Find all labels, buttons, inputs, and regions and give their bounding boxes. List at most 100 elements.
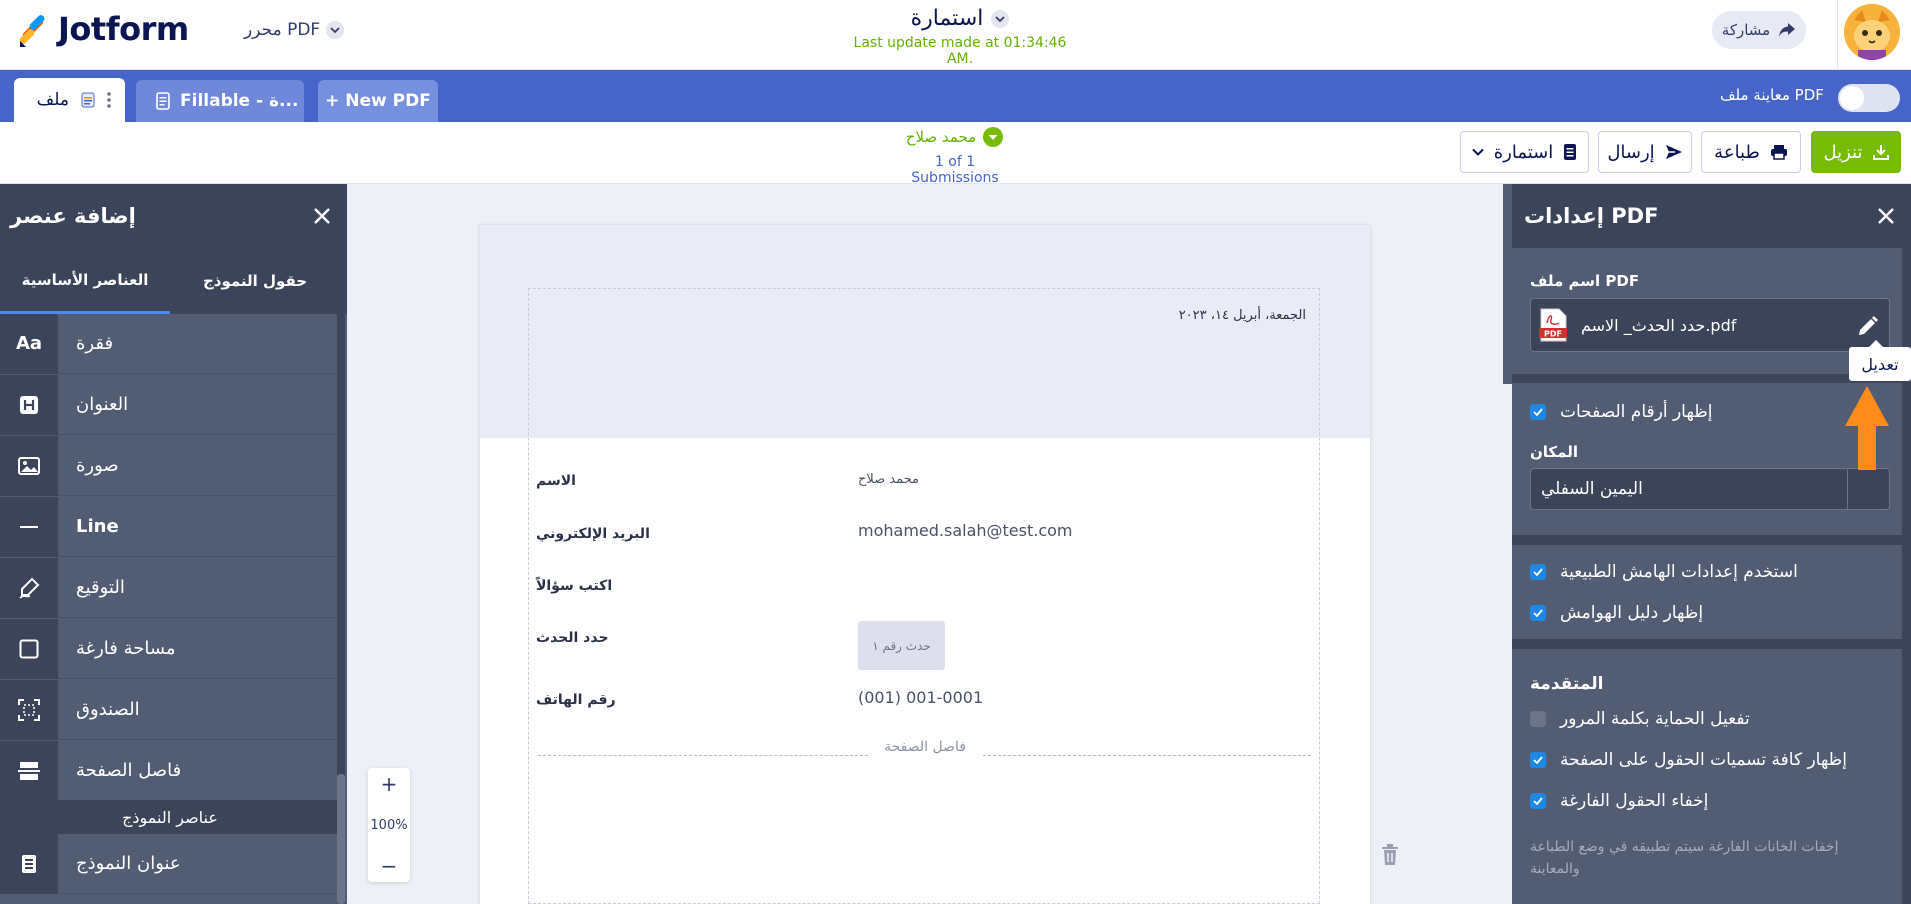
element-line[interactable]: Line: [0, 496, 340, 557]
option-label: إخفاء الحقول الفارغة: [1560, 791, 1709, 811]
hide-empty-fields-option[interactable]: إخفاء الحقول الفارغة: [1530, 791, 1708, 811]
editor-switch[interactable]: محرر PDF: [244, 17, 345, 43]
checkbox-checked[interactable]: [1530, 605, 1546, 621]
panel-title: إعدادات PDF: [1524, 204, 1659, 228]
element-signature[interactable]: التوقيع: [0, 557, 340, 618]
element-heading[interactable]: العنوان: [0, 374, 340, 435]
element-page-break[interactable]: فاصل الصفحة: [0, 740, 340, 801]
pdf-file-icon: PDF: [1539, 308, 1567, 342]
margin-guide-option[interactable]: إظهار دليل الهوامش: [1530, 603, 1703, 623]
document-date[interactable]: الجمعة، أبريل ١٤، ٢٠٢٣: [1060, 308, 1306, 323]
option-label: استخدم إعدادات الهامش الطبيعية: [1560, 562, 1798, 582]
margins-section: [1512, 545, 1902, 639]
zoom-out-button[interactable]: −: [381, 856, 398, 876]
download-button[interactable]: تنزيل: [1811, 131, 1901, 173]
submission-navigator[interactable]: محمد صلاح 1 of 1 Submissions: [890, 126, 1020, 186]
element-spacer[interactable]: مساحة فارغة: [0, 618, 340, 679]
show-page-numbers-option[interactable]: إظهار أرقام الصفحات: [1530, 402, 1712, 422]
option-label: إظهار كافة تسميات الحقول على الصفحة: [1560, 750, 1847, 770]
field-value-name: محمد صلاح: [858, 472, 920, 487]
left-panel-scrollbar[interactable]: [337, 314, 345, 904]
file-label: ملف: [36, 90, 69, 110]
position-select[interactable]: اليمين السفلي: [1530, 468, 1890, 510]
share-button[interactable]: مشاركة: [1712, 11, 1806, 49]
position-value: اليمين السفلي: [1541, 479, 1643, 499]
element-label: فقرة: [76, 333, 114, 354]
fillable-label: Fillable - ة...: [180, 91, 299, 111]
checkbox-checked[interactable]: [1530, 404, 1546, 420]
chevron-down-icon: [1847, 469, 1889, 509]
last-update-status: Last update made at 01:34:46 AM.: [853, 35, 1067, 67]
canvas-scrollbar[interactable]: [1503, 184, 1512, 384]
new-pdf-button[interactable]: + New PDF: [318, 80, 438, 122]
panel-title: إضافة عنصر: [10, 204, 136, 228]
submission-dropdown-icon[interactable]: [982, 126, 1004, 148]
chevron-down-icon: [1472, 148, 1484, 156]
checkbox-checked[interactable]: [1530, 564, 1546, 580]
add-element-header: إضافة عنصر: [0, 184, 347, 248]
send-icon: [1665, 144, 1683, 160]
hide-empty-note: إخفات الخانات الفارغة سيتم تطبيقه في وضع…: [1530, 839, 1839, 877]
pdf-file-name: حدد الحدث_ الاسم.pdf: [1581, 315, 1737, 335]
element-paragraph[interactable]: Aa فقرة: [0, 313, 340, 374]
tab-basic-elements[interactable]: العناصر الأساسية: [0, 248, 170, 314]
checkbox-checked[interactable]: [1530, 752, 1546, 768]
show-all-labels-option[interactable]: إظهار كافة تسميات الحقول على الصفحة: [1530, 750, 1847, 770]
element-form-title[interactable]: عنوان النموذج: [0, 833, 340, 894]
box-icon: [0, 679, 58, 740]
element-label: Line: [76, 516, 119, 537]
form-title: استمارة: [910, 6, 984, 31]
element-box[interactable]: الصندوق: [0, 679, 340, 740]
share-icon: [1778, 22, 1796, 38]
submitter-name: محمد صلاح: [905, 128, 977, 146]
form-dropdown-button[interactable]: استمارة: [1460, 131, 1589, 173]
more-vertical-icon[interactable]: [107, 91, 111, 109]
element-image[interactable]: صورة: [0, 435, 340, 496]
page-margin-guide: [528, 288, 1320, 904]
chevron-down-icon: [326, 21, 345, 39]
tab-fillable[interactable]: Fillable - ة...: [136, 80, 304, 122]
zoom-in-button[interactable]: +: [381, 774, 398, 794]
cat-avatar-icon: [1844, 4, 1900, 60]
natural-margins-option[interactable]: استخدم إعدادات الهامش الطبيعية: [1530, 562, 1798, 582]
download-icon: [1872, 144, 1889, 160]
trash-icon[interactable]: [1381, 844, 1399, 866]
close-icon[interactable]: [1877, 207, 1895, 225]
form-title-dropdown[interactable]: استمارة: [911, 6, 1010, 31]
preview-pdf-toggle[interactable]: [1838, 84, 1900, 112]
checkbox-checked[interactable]: [1530, 793, 1546, 809]
square-icon: [0, 618, 58, 679]
send-button[interactable]: إرسال: [1598, 131, 1692, 173]
element-label: صورة: [76, 455, 119, 476]
jotform-logo[interactable]: Jotform: [18, 10, 189, 48]
submissions-count: 1 of 1 Submissions: [911, 154, 999, 186]
field-label-phone: رقم الهاتف: [536, 692, 616, 708]
close-icon[interactable]: [313, 207, 331, 225]
tab-form-fields[interactable]: حقول النموذج: [170, 248, 340, 314]
field-value-event: حدث رقم ١: [858, 621, 945, 670]
print-button[interactable]: طباعة: [1701, 131, 1801, 173]
advanced-title: المتقدمة: [1530, 674, 1604, 694]
field-value-phone: (001) 001-0001: [858, 688, 984, 707]
pencil-icon[interactable]: [1857, 315, 1879, 337]
element-tabs: العناصر الأساسية حقول النموذج: [0, 248, 347, 314]
form-title-area: استمارة Last update made at 01:34:46 AM.: [840, 6, 1080, 67]
pdf-settings-header: إعدادات PDF: [1512, 184, 1911, 248]
document-icon: [156, 92, 170, 110]
page-break-line: [983, 755, 1311, 756]
share-label: مشاركة: [1721, 21, 1771, 39]
tab-file[interactable]: ملف: [14, 78, 125, 122]
jotform-logo-icon: [19, 15, 45, 47]
zoom-level: 100%: [370, 817, 408, 833]
signature-icon: [0, 557, 58, 618]
checkbox-unchecked[interactable]: [1530, 711, 1546, 727]
preview-pdf-label: معاينة ملف PDF: [1720, 86, 1824, 104]
avatar[interactable]: [1844, 4, 1900, 60]
zoom-control: + 100% −: [368, 768, 410, 882]
password-protection-option[interactable]: تفعيل الحماية بكلمة المرور: [1530, 709, 1750, 729]
element-label: مساحة فارغة: [76, 638, 176, 659]
element-label: العنوان: [76, 394, 129, 415]
page-break-label: فاصل الصفحة: [884, 739, 966, 755]
field-label-question: اكتب سؤالاً: [536, 578, 613, 594]
pdf-file-name-field[interactable]: PDF حدد الحدث_ الاسم.pdf: [1530, 298, 1890, 352]
